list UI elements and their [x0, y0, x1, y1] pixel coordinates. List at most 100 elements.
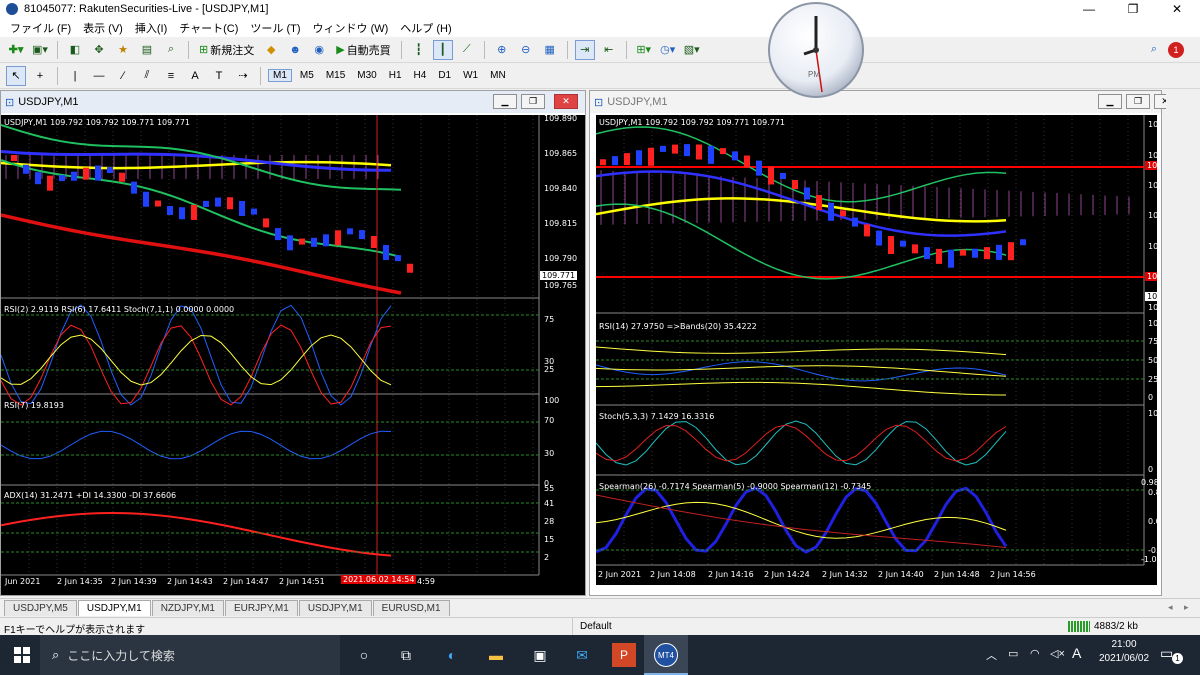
bollinger-upper	[596, 126, 1007, 203]
minimize-button[interactable]: —	[1066, 0, 1112, 18]
signals-icon[interactable]: ◉	[309, 40, 329, 60]
menu-file[interactable]: ファイル (F)	[4, 20, 77, 36]
mt4-taskbar-button[interactable]: MT4	[644, 635, 688, 675]
new-chart-icon[interactable]: ✚▾	[6, 40, 26, 60]
market-watch-icon[interactable]: ◧	[65, 40, 85, 60]
auto-scroll-icon[interactable]: ⇥	[574, 39, 595, 60]
close-button[interactable]: ✕	[1154, 0, 1200, 18]
chart-area-left[interactable]: USDJPY,M1 109.792 109.792 109.771 109.77…	[1, 115, 585, 595]
text-icon[interactable]: A	[185, 66, 205, 86]
trendline-icon[interactable]: ∕	[113, 66, 133, 86]
candlestick-icon[interactable]: ┃	[432, 39, 453, 60]
timeframe-d1[interactable]: D1	[434, 70, 455, 81]
timeframe-m5[interactable]: M5	[296, 70, 318, 81]
candle	[852, 217, 858, 227]
data-window-icon[interactable]: ✥	[89, 40, 109, 60]
timeframe-m1[interactable]: M1	[268, 69, 292, 82]
auto-trading-label: 自動売買	[346, 44, 391, 57]
wifi-icon[interactable]: ◠	[1030, 647, 1040, 660]
taskbar-clock[interactable]: 21:00 2021/06/02	[1092, 639, 1156, 664]
templates-icon[interactable]: ▧▾	[682, 40, 702, 60]
fibonacci-icon[interactable]: ≡	[161, 66, 181, 86]
candle	[696, 144, 702, 160]
horizontal-line-icon[interactable]: —	[89, 66, 109, 86]
ime-indicator[interactable]: A	[1072, 645, 1081, 661]
community-icon[interactable]: ☻	[285, 40, 305, 60]
chart-window-right[interactable]: ⊡ USDJPY,M1 ▁ ❐ ✕ USDJPY,M1 109.792 109.…	[589, 90, 1176, 596]
chart-close-button[interactable]: ✕	[554, 94, 578, 109]
tile-windows-icon[interactable]: ▦	[540, 40, 560, 60]
tab-scroll-left-icon[interactable]: ◂	[1168, 602, 1173, 613]
chart-tab[interactable]: USDJPY,M5	[4, 600, 77, 616]
terminal-icon[interactable]: ▤	[137, 40, 157, 60]
time-tick: 2 Jun 14:51	[279, 577, 325, 586]
zoom-in-icon[interactable]: ⊕	[492, 40, 512, 60]
store-icon[interactable]: ▣	[528, 643, 552, 667]
metaeditor-icon[interactable]: ◆	[261, 40, 281, 60]
rsi-fast-line	[1, 304, 392, 406]
timeframe-w1[interactable]: W1	[459, 70, 482, 81]
taskbar-search-box[interactable]: ⌕ ここに入力して検索	[40, 635, 340, 675]
edge-icon[interactable]: ◐	[440, 643, 464, 667]
indicator-tick: 0.00	[1148, 517, 1157, 526]
indicators-icon[interactable]: ⊞▾	[634, 40, 654, 60]
menu-insert[interactable]: 挿入(I)	[129, 20, 173, 36]
channel-icon[interactable]: ⫽	[137, 66, 157, 86]
notification-badge-icon[interactable]: 1	[1168, 41, 1184, 58]
chart-tab[interactable]: EURUSD,M1	[372, 600, 450, 616]
battery-icon[interactable]: ▭	[1008, 647, 1018, 660]
candle	[636, 150, 642, 166]
menu-view[interactable]: 表示 (V)	[77, 20, 129, 36]
chart-restore-button[interactable]: ❐	[1126, 94, 1150, 109]
chart-window-titlebar[interactable]: ⊡ USDJPY,M1	[590, 91, 1161, 113]
timeframe-h4[interactable]: H4	[410, 70, 431, 81]
candle	[624, 153, 630, 166]
mail-icon[interactable]: ✉	[570, 643, 594, 667]
menu-window[interactable]: ウィンドウ (W)	[307, 20, 395, 36]
text-label-icon[interactable]: T	[209, 66, 229, 86]
new-order-button[interactable]: ⊞ 新規注文	[196, 40, 257, 60]
timeframe-m30[interactable]: M30	[353, 70, 380, 81]
chart-shift-icon[interactable]: ⇤	[599, 40, 619, 60]
timeframe-m15[interactable]: M15	[322, 70, 349, 81]
timeframe-h1[interactable]: H1	[385, 70, 406, 81]
arrows-icon[interactable]: ⇢	[233, 66, 253, 86]
cursor-icon[interactable]: ↖	[6, 65, 26, 86]
chart-tab-active[interactable]: USDJPY,M1	[77, 600, 151, 616]
powerpoint-icon[interactable]: P	[612, 643, 636, 667]
menu-help[interactable]: ヘルプ (H)	[394, 20, 457, 36]
chart-tab[interactable]: EURJPY,M1	[224, 600, 298, 616]
menu-tools[interactable]: ツール (T)	[244, 20, 306, 36]
cortana-icon[interactable]: ○	[352, 643, 376, 667]
chart-restore-button[interactable]: ❐	[521, 94, 545, 109]
periods-icon[interactable]: ◷▾	[658, 40, 678, 60]
windows-start-icon[interactable]	[10, 643, 34, 667]
chart-tab[interactable]: USDJPY,M1	[298, 600, 372, 616]
chart-minimize-button[interactable]: ▁	[493, 94, 517, 109]
rsi-band-upper	[596, 346, 1007, 356]
auto-trading-button[interactable]: ▶ 自動売買	[333, 40, 393, 60]
zoom-out-icon[interactable]: ⊖	[516, 40, 536, 60]
line-chart-icon[interactable]: ⟋	[457, 40, 477, 60]
restore-button[interactable]: ❐	[1110, 0, 1156, 18]
file-explorer-icon[interactable]: ▬	[484, 643, 508, 667]
timeframe-mn[interactable]: MN	[486, 70, 510, 81]
profiles-icon[interactable]: ▣▾	[30, 40, 50, 60]
tab-scroll-right-icon[interactable]: ▸	[1184, 602, 1189, 613]
menu-chart[interactable]: チャート(C)	[173, 20, 244, 36]
time-tick: 2 Jun 14:40	[878, 570, 924, 579]
vertical-line-icon[interactable]: |	[65, 66, 85, 86]
navigator-icon[interactable]: ★	[113, 40, 133, 60]
strategy-tester-icon[interactable]: ⌕	[161, 40, 181, 60]
tray-chevron-icon[interactable]: ︿	[986, 647, 997, 663]
bar-chart-icon[interactable]: ┇	[409, 40, 429, 60]
chart-minimize-button[interactable]: ▁	[1098, 94, 1122, 109]
volume-icon[interactable]: ◁×	[1050, 647, 1065, 660]
chart-window-left[interactable]: ⊡ USDJPY,M1 ▁ ❐ ✕ USDJPY,M1 109.792 109.…	[0, 90, 586, 596]
chart-area-right[interactable]: USDJPY,M1 109.792 109.792 109.771 109.77…	[596, 115, 1157, 585]
task-view-icon[interactable]: ⧉	[394, 643, 418, 667]
search-icon[interactable]: ⌕	[1144, 40, 1164, 60]
chart-tab[interactable]: NZDJPY,M1	[151, 600, 224, 616]
crosshair-icon[interactable]: +	[30, 66, 50, 86]
window-title: 81045077: RakutenSecurities-Live - [USDJ…	[24, 3, 269, 15]
